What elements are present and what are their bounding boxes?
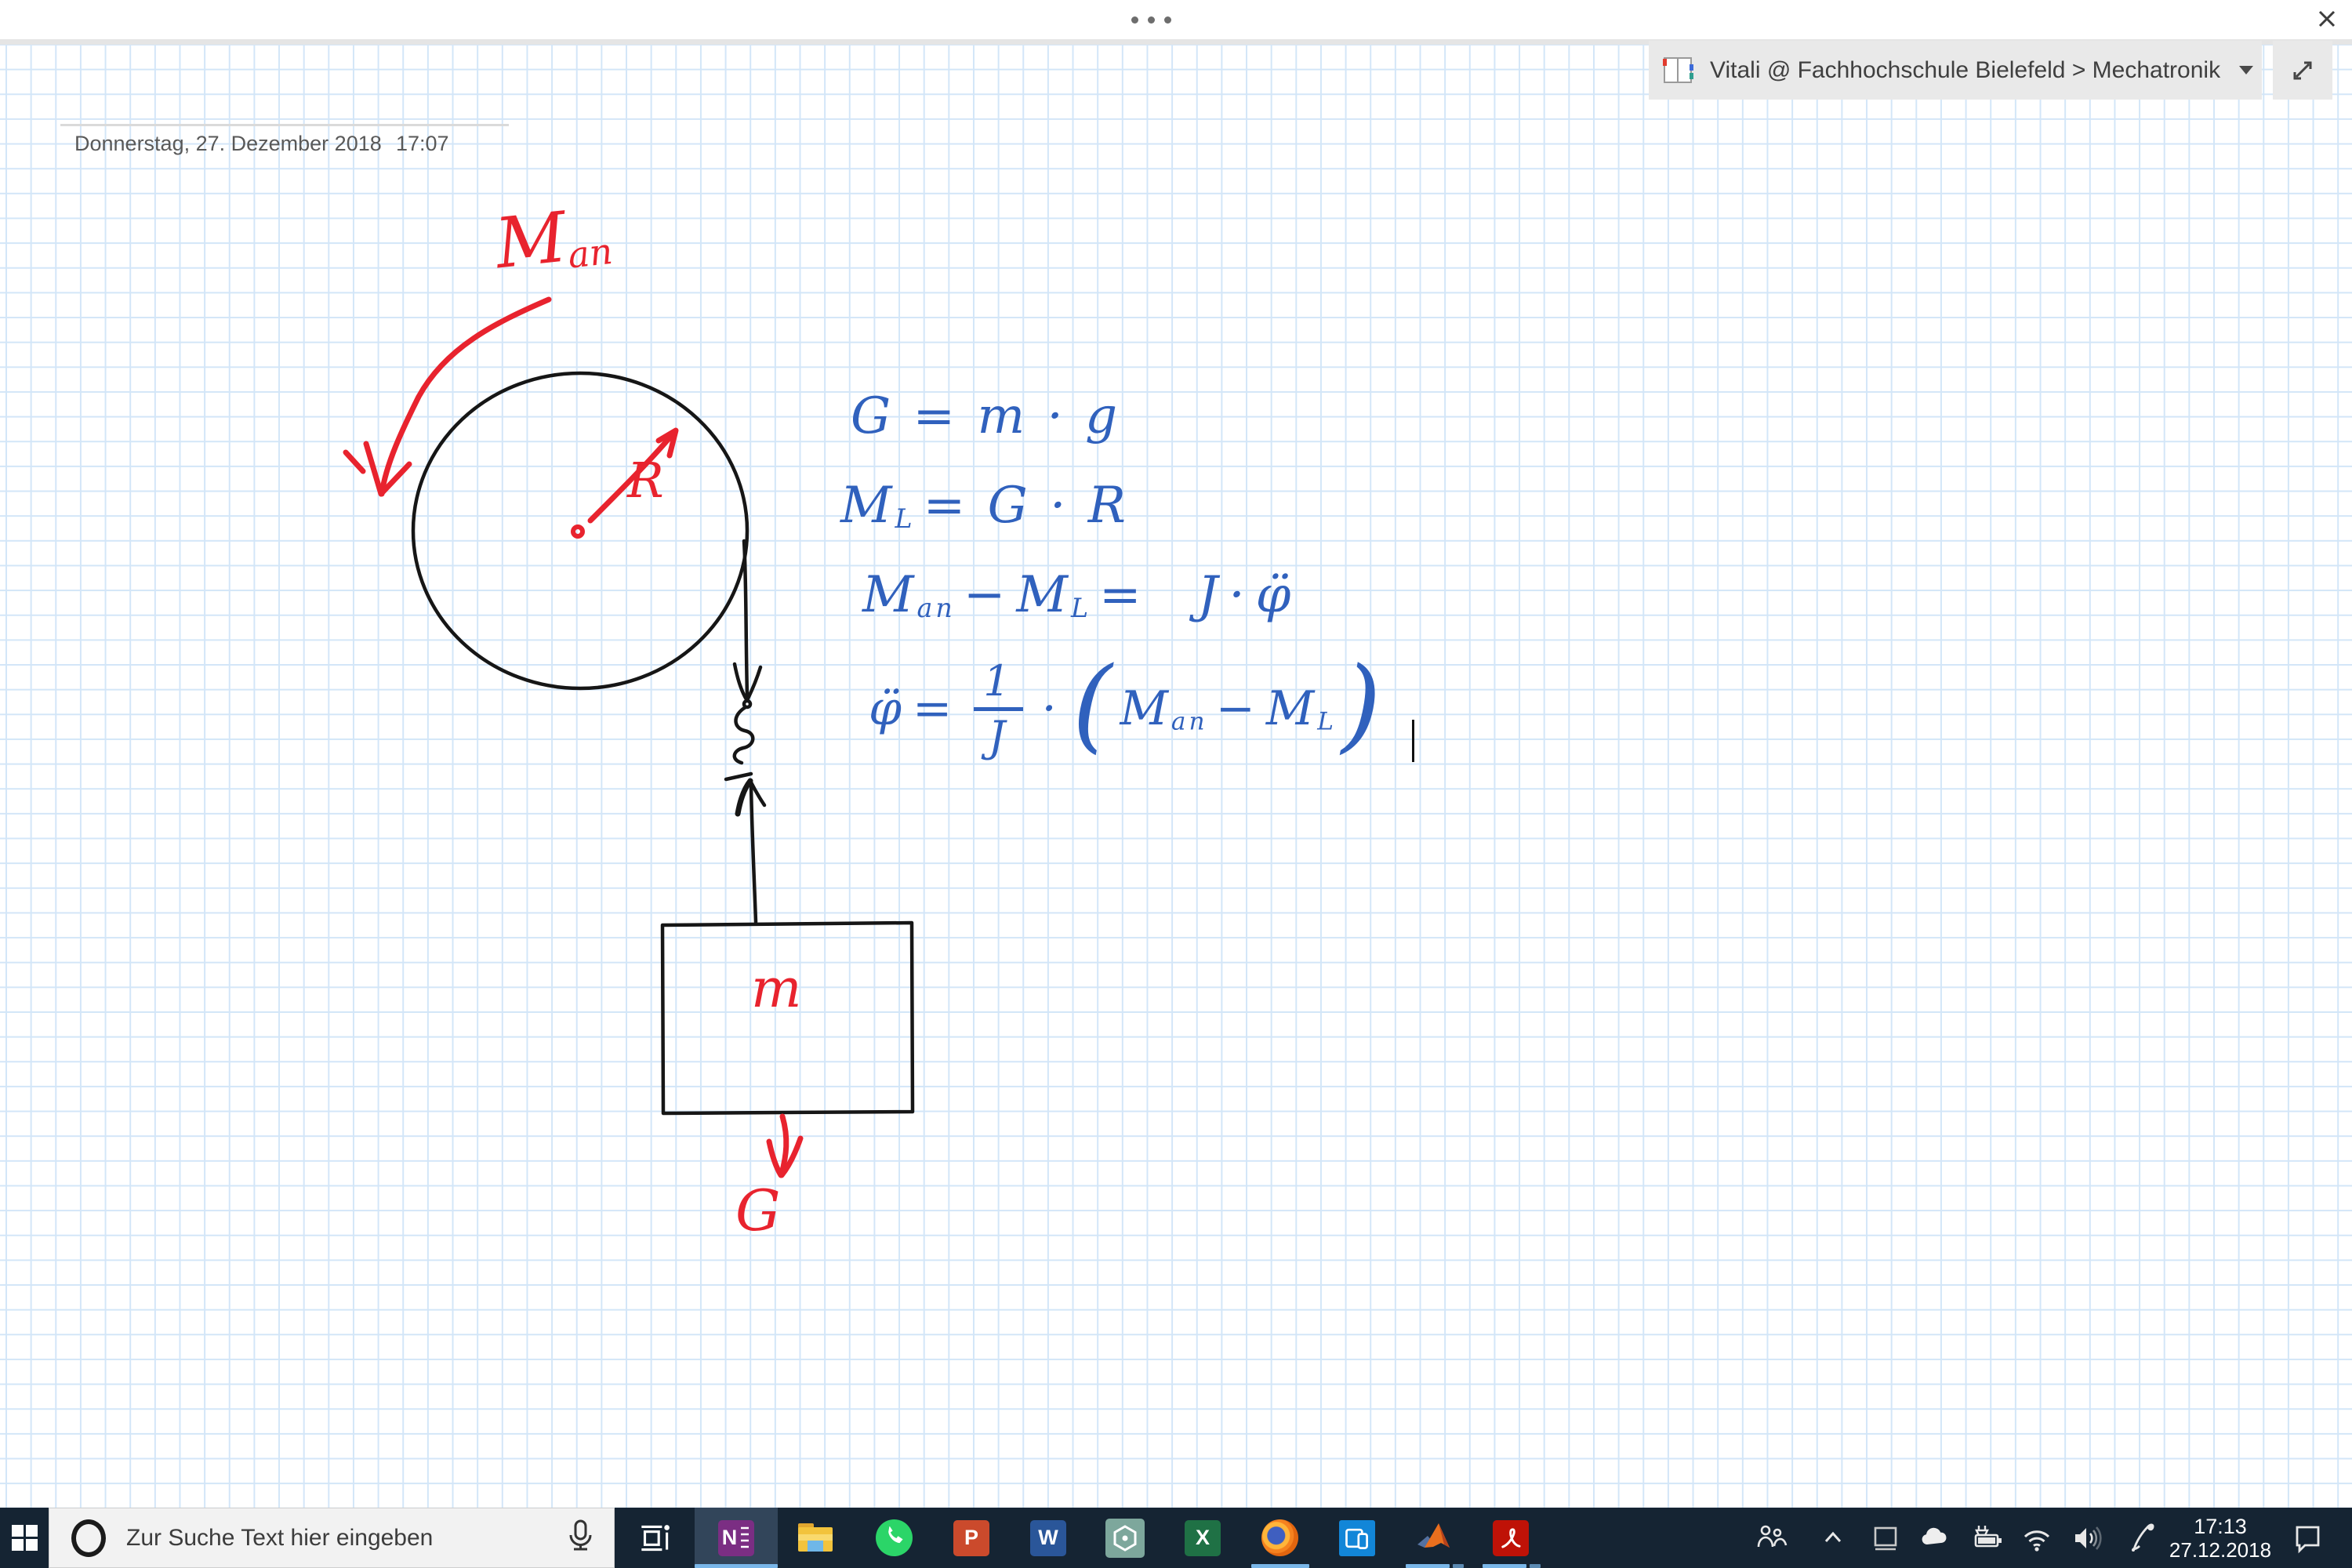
chevron-down-icon xyxy=(2239,66,2254,74)
tray-people[interactable] xyxy=(1749,1508,1793,1568)
taskbar-app-file-explorer[interactable] xyxy=(778,1508,853,1568)
search-input[interactable] xyxy=(125,1523,564,1552)
action-center-button[interactable] xyxy=(2285,1508,2329,1568)
action-center-icon xyxy=(2296,1526,2320,1553)
taskbar-clock[interactable]: 17:13 27.12.2018 xyxy=(2165,1508,2275,1568)
label-radius: R xyxy=(627,452,664,509)
taskbar-app-acrobat[interactable] xyxy=(1473,1508,1548,1568)
running-indicator-2 xyxy=(1453,1564,1464,1568)
notebook-title: Vitali @ Fachhochschule Bielefeld > Mech… xyxy=(1710,56,2221,83)
label-weight-force: G xyxy=(735,1178,781,1243)
onedrive-cloud-icon xyxy=(1922,1527,1947,1544)
your-phone-icon xyxy=(1339,1519,1375,1556)
tray-volume[interactable] xyxy=(2065,1508,2109,1568)
excel-icon: X xyxy=(1185,1519,1221,1556)
file-explorer-icon xyxy=(797,1522,833,1555)
clock-time: 17:13 xyxy=(2194,1514,2247,1538)
word-icon: W xyxy=(1030,1519,1066,1556)
titlebar xyxy=(0,0,2352,39)
note-canvas[interactable] xyxy=(0,39,2352,1508)
taskbar-app-word[interactable]: W xyxy=(1011,1508,1086,1568)
pen-icon xyxy=(2132,1523,2154,1552)
tray-show-hidden[interactable] xyxy=(1811,1508,1855,1568)
page-date: Donnerstag, 27. Dezember 2018 xyxy=(74,132,382,155)
tray-pen[interactable] xyxy=(2121,1508,2165,1568)
clock-date: 27.12.2018 xyxy=(2169,1537,2272,1562)
display-icon xyxy=(1874,1526,1897,1550)
taskbar-app-onenote[interactable]: N xyxy=(695,1508,778,1568)
formula-torque-balance: Man − ML = J · φ̈ xyxy=(862,566,1294,624)
date-rule xyxy=(60,124,509,126)
chevron-up-icon xyxy=(1824,1531,1842,1542)
fraction-one-over-j: 1 J xyxy=(974,659,1023,758)
notebook-icon xyxy=(1663,56,1693,83)
taskbar-app-matlab[interactable] xyxy=(1396,1508,1472,1568)
formula-load-torque: ML = G · R xyxy=(840,477,1129,535)
taskbar-app-whatsapp[interactable] xyxy=(856,1508,931,1568)
taskbar-app-hexagon[interactable] xyxy=(1087,1508,1163,1568)
notebook-dropdown[interactable]: Vitali @ Fachhochschule Bielefeld > Mech… xyxy=(1649,41,2262,100)
acrobat-icon xyxy=(1493,1519,1529,1556)
label-drive-torque: Man xyxy=(492,196,615,285)
tray-display[interactable] xyxy=(1864,1508,1907,1568)
label-mass: m xyxy=(751,958,802,1020)
powerpoint-icon: P xyxy=(953,1519,989,1556)
taskbar-search[interactable] xyxy=(49,1508,615,1568)
taskbar-app-excel[interactable]: X xyxy=(1165,1508,1240,1568)
windows-logo-icon xyxy=(11,1525,38,1551)
tray-onedrive[interactable] xyxy=(1914,1508,1958,1568)
text-cursor xyxy=(1412,720,1414,762)
speaker-icon xyxy=(2075,1526,2102,1550)
taskbar-app-powerpoint[interactable]: P xyxy=(934,1508,1009,1568)
active-app-indicator xyxy=(695,1564,778,1568)
taskbar-app-firefox[interactable] xyxy=(1242,1508,1317,1568)
formula-weight: G = m · g xyxy=(851,387,1121,445)
resize-diagonal-icon xyxy=(2293,61,2312,79)
tray-battery[interactable] xyxy=(1964,1508,2008,1568)
close-icon xyxy=(2318,10,2336,27)
formula-angular-accel: φ̈ = 1 J · ( Man − ML ) xyxy=(869,644,1385,764)
reveal-dots-icon[interactable] xyxy=(1131,16,1171,24)
running-indicator xyxy=(1483,1564,1526,1568)
running-indicator xyxy=(1251,1564,1309,1568)
start-button[interactable] xyxy=(0,1508,49,1568)
people-icon xyxy=(1757,1525,1788,1547)
onenote-icon: N xyxy=(718,1519,754,1556)
matlab-icon xyxy=(1417,1523,1450,1548)
close-button[interactable] xyxy=(2310,3,2344,34)
firefox-icon xyxy=(1261,1519,1298,1556)
expand-button[interactable] xyxy=(2273,41,2332,100)
whatsapp-icon xyxy=(875,1519,913,1556)
battery-charging-icon xyxy=(1974,1525,2002,1547)
running-indicator xyxy=(1406,1564,1450,1568)
task-view-icon xyxy=(641,1524,670,1551)
running-indicator-2 xyxy=(1530,1564,1541,1568)
taskbar-app-task-view[interactable] xyxy=(617,1508,692,1568)
hexagon-app-icon xyxy=(1105,1518,1145,1558)
page-time: 17:07 xyxy=(396,132,449,155)
cortana-icon xyxy=(71,1519,106,1557)
onenote-fullscreen-window: Donnerstag, 27. Dezember 2018 17:07 Man … xyxy=(0,0,2352,1568)
tray-wifi[interactable] xyxy=(2015,1508,2059,1568)
wifi-icon xyxy=(2024,1530,2050,1552)
taskbar-app-your-phone[interactable] xyxy=(1319,1508,1395,1568)
taskbar: N xyxy=(0,1508,2352,1568)
microphone-icon[interactable] xyxy=(564,1517,597,1559)
